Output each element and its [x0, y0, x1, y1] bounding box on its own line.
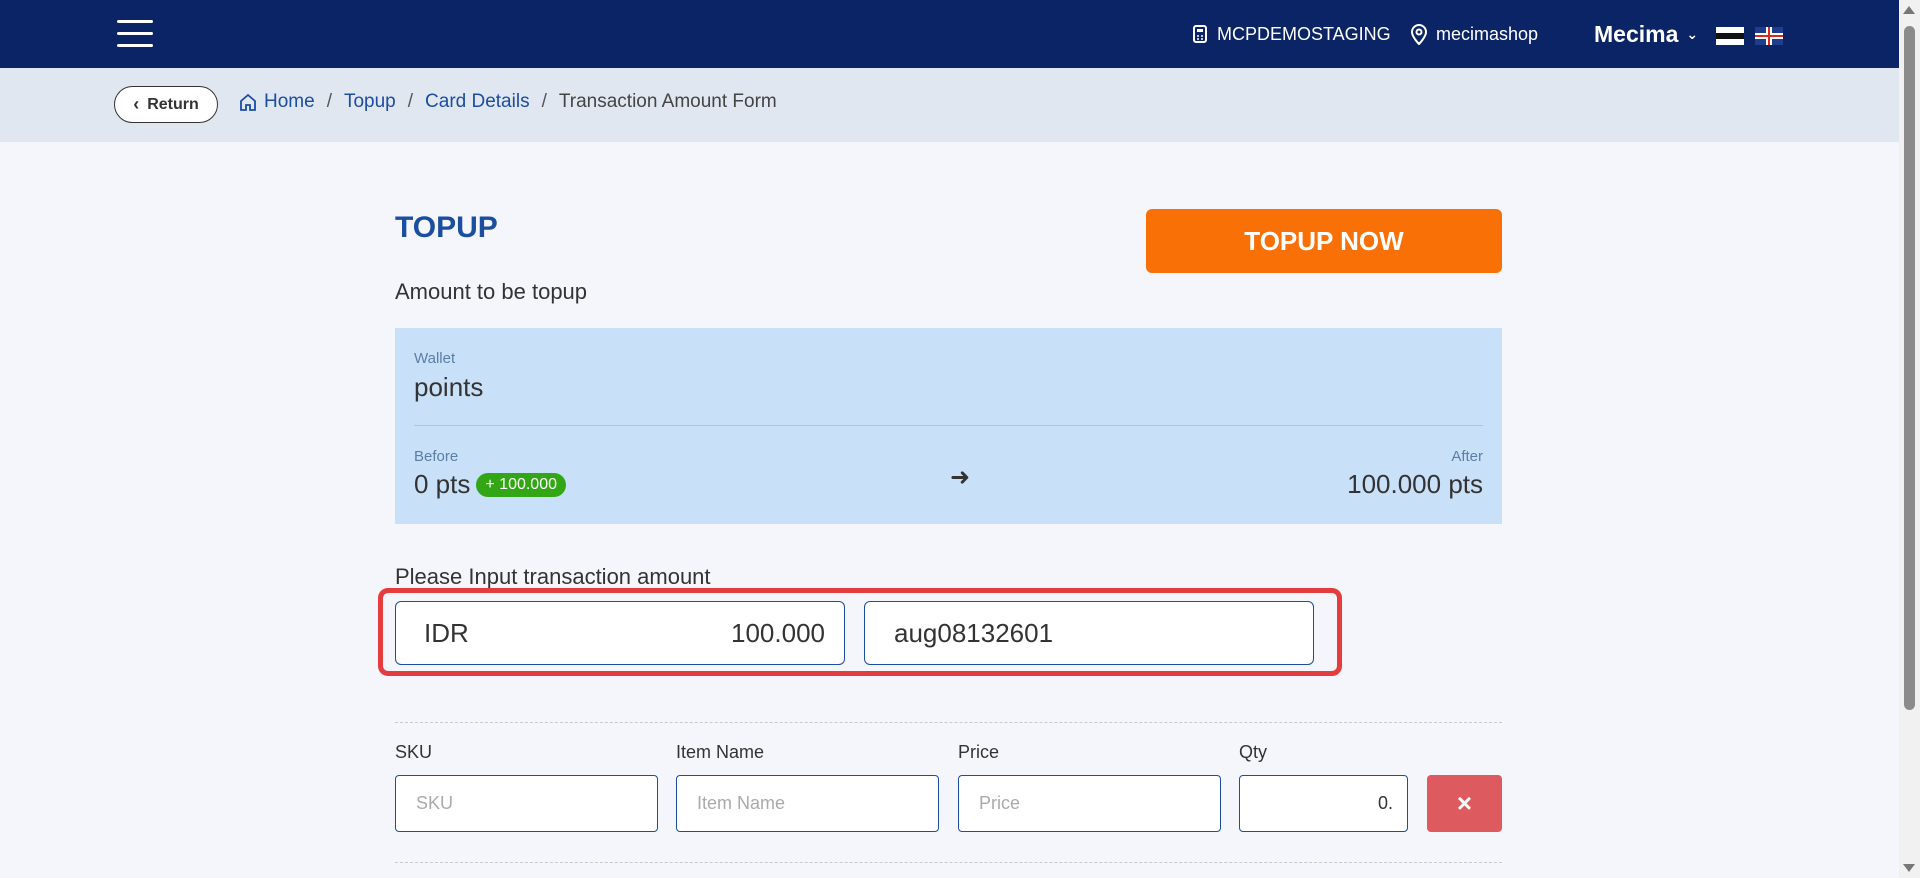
item-name-label: Item Name [676, 742, 765, 762]
store-selector[interactable]: MCPDEMOSTAGING [1191, 0, 1391, 68]
transaction-reference-input[interactable]: aug08132601 [864, 601, 1314, 665]
chevron-left-icon: ‹ [133, 94, 140, 114]
breadcrumb-card-details[interactable]: Card Details [425, 91, 530, 113]
breadcrumb-bar: ‹ Return Home / Topup / Card Details / T… [0, 68, 1899, 142]
breadcrumb-separator: / [326, 91, 332, 112]
price-input[interactable]: Price [958, 775, 1221, 832]
breadcrumb-home[interactable]: Home [264, 91, 315, 113]
wallet-label: Wallet [414, 350, 456, 367]
wallet-name: points [414, 372, 484, 402]
after-label: After [1451, 448, 1483, 465]
remove-item-button[interactable]: × [1427, 775, 1502, 832]
scroll-thumb[interactable] [1904, 26, 1915, 710]
price-label: Price [958, 742, 1000, 762]
chevron-down-icon: ⌄ [1686, 25, 1699, 42]
user-name: Mecima [1594, 20, 1679, 47]
return-label: Return [147, 95, 199, 113]
breadcrumb-topup[interactable]: Topup [344, 91, 396, 113]
section-divider-bottom [395, 862, 1502, 863]
home-icon[interactable] [238, 92, 258, 112]
vertical-scrollbar[interactable] [1899, 0, 1920, 878]
section-divider-top [395, 722, 1502, 723]
topup-now-button[interactable]: TOPUP NOW [1146, 209, 1502, 273]
shop-name: mecimashop [1436, 23, 1539, 44]
wallet-divider [414, 425, 1483, 426]
hamburger-icon[interactable] [117, 20, 153, 48]
shop-selector[interactable]: mecimashop [1410, 0, 1538, 68]
after-balance: 100.000 pts [1347, 469, 1483, 499]
page-subtitle: Amount to be topup [395, 279, 588, 304]
before-balance: 0 pts + 100.000 [414, 469, 566, 500]
location-pin-icon [1410, 24, 1428, 45]
calculator-icon [1193, 25, 1207, 43]
english-flag-icon[interactable] [1755, 27, 1783, 45]
currency-code: IDR [424, 617, 469, 648]
item-name-input[interactable]: Item Name [676, 775, 939, 832]
arrow-right-icon: ➜ [950, 464, 971, 491]
transaction-amount-label: Please Input transaction amount [395, 564, 711, 589]
amount-value: 100.000 [731, 617, 825, 648]
store-name: MCPDEMOSTAGING [1217, 23, 1391, 44]
sku-label: SKU [395, 742, 433, 762]
estonian-flag-icon[interactable] [1716, 27, 1744, 45]
user-menu[interactable]: Mecima ⌄ [1594, 0, 1698, 68]
top-navigation: MCPDEMOSTAGING mecimashop Mecima ⌄ [0, 0, 1899, 68]
page-title: TOPUP [395, 211, 498, 244]
qty-label: Qty [1239, 742, 1268, 762]
breadcrumb: Home / Topup / Card Details / Transactio… [238, 91, 777, 113]
wallet-summary: Wallet points Before 0 pts + 100.000 ➜ A… [395, 328, 1502, 524]
topup-delta-badge: + 100.000 [476, 472, 566, 497]
breadcrumb-current: Transaction Amount Form [558, 91, 777, 112]
before-value: 0 pts [414, 469, 471, 499]
breadcrumb-separator: / [541, 91, 547, 112]
sku-input[interactable]: SKU [395, 775, 658, 832]
transaction-amount-input[interactable]: IDR 100.000 [395, 601, 845, 665]
breadcrumb-separator: / [407, 91, 414, 112]
before-label: Before [414, 448, 459, 465]
return-button[interactable]: ‹ Return [114, 86, 218, 123]
scroll-down-icon[interactable] [1903, 864, 1915, 872]
scroll-up-icon[interactable] [1903, 6, 1915, 14]
qty-input[interactable]: 0. [1239, 775, 1408, 832]
